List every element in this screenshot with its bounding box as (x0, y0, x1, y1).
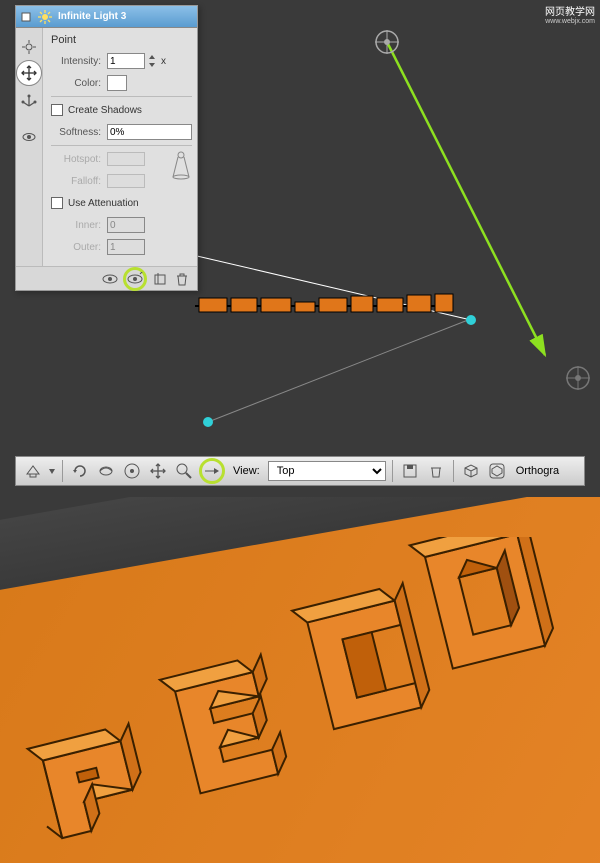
tb-home-icon[interactable] (22, 460, 44, 482)
color-label: Color: (51, 78, 101, 89)
tb-pan-icon[interactable] (121, 460, 143, 482)
intensity-label: Intensity: (51, 56, 101, 67)
color-swatch[interactable] (107, 75, 127, 91)
light-icon (38, 10, 52, 24)
create-shadows-label: Create Shadows (68, 105, 142, 116)
dropdown-icon[interactable] (48, 464, 56, 478)
new-light-icon[interactable] (151, 270, 169, 288)
tb-quality-icon[interactable] (486, 460, 508, 482)
softness-input[interactable] (107, 124, 192, 140)
section-label: Point (51, 34, 192, 46)
delete-light-icon[interactable] (173, 270, 191, 288)
intensity-input[interactable] (107, 53, 145, 69)
outer-input (107, 239, 145, 255)
inner-input (107, 217, 145, 233)
light-guides-icon[interactable] (123, 267, 147, 291)
3d-toolbar: View: Top Orthogra (15, 456, 585, 486)
softness-label: Softness: (51, 127, 101, 138)
ortho-label: Orthogra (516, 465, 559, 477)
tb-zoom-icon[interactable] (173, 460, 195, 482)
tool-move-icon[interactable] (16, 60, 42, 86)
toggle-lights-icon[interactable] (101, 270, 119, 288)
hotspot-input (107, 152, 145, 166)
use-attenuation-label: Use Attenuation (68, 198, 139, 209)
use-attenuation-checkbox[interactable] (51, 197, 63, 209)
tb-delete-icon[interactable] (425, 460, 447, 482)
tb-move-icon[interactable] (147, 460, 169, 482)
inner-label: Inner: (51, 220, 101, 231)
tb-walk-icon[interactable] (199, 458, 225, 484)
tb-rotate-icon[interactable] (69, 460, 91, 482)
tb-save-icon[interactable] (399, 460, 421, 482)
tool-axis-icon[interactable] (18, 88, 40, 110)
tb-roll-icon[interactable] (95, 460, 117, 482)
panel-header[interactable]: Infinite Light 3 (16, 6, 197, 28)
hotspot-label: Hotspot: (51, 154, 101, 165)
outer-label: Outer: (51, 242, 101, 253)
falloff-label: Falloff: (51, 176, 101, 187)
watermark-main: 网页教学网 (545, 3, 595, 18)
tool-eye-icon[interactable] (18, 126, 40, 148)
stepper-icon[interactable] (147, 54, 157, 68)
tool-light-icon[interactable] (18, 36, 40, 58)
view-label: View: (233, 465, 260, 477)
falloff-cone-icon (170, 150, 192, 180)
panel-title: Infinite Light 3 (58, 11, 193, 22)
watermark-sub: www.webjx.com (545, 18, 595, 25)
tb-render-icon[interactable] (460, 460, 482, 482)
falloff-input (107, 174, 145, 188)
view-select[interactable]: Top (268, 461, 386, 481)
light-options-panel: Infinite Light 3 Point Intensity: x (15, 5, 198, 291)
create-shadows-checkbox[interactable] (51, 104, 63, 116)
